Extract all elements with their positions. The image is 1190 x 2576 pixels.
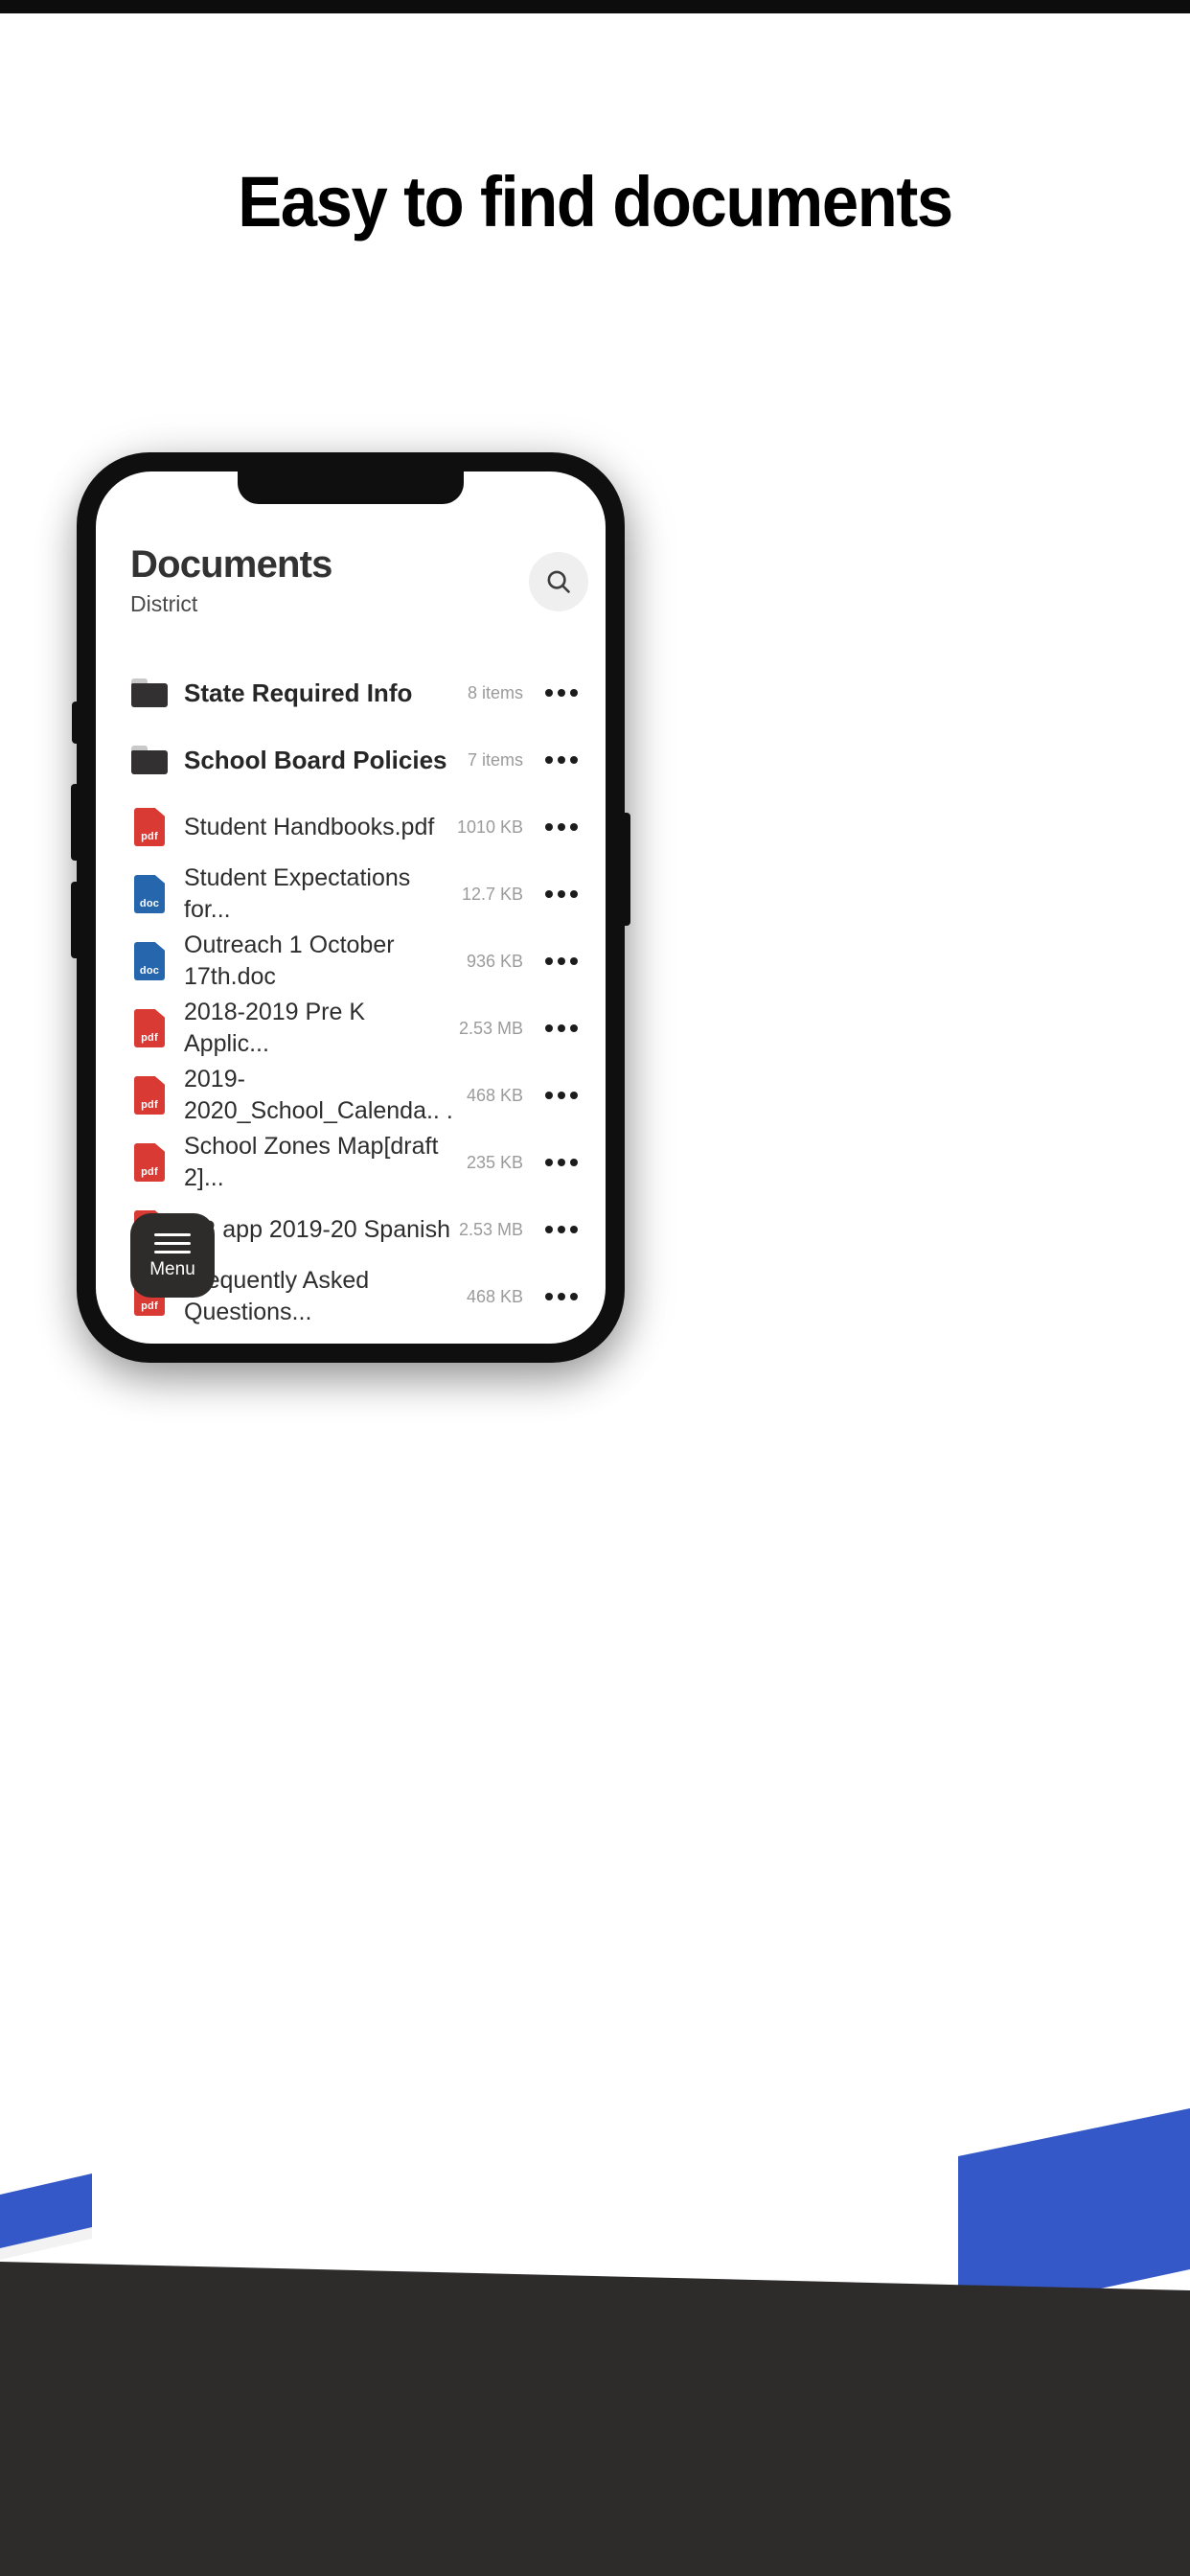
folder-icon [131, 678, 168, 707]
row-icon-wrap: pdf [128, 1009, 171, 1047]
ellipsis-icon[interactable] [538, 957, 584, 965]
row-meta: 235 KB [466, 1152, 523, 1172]
row-name: Student Handbooks.pdf [184, 813, 435, 840]
ellipsis-icon[interactable] [538, 1226, 584, 1233]
ellipsis-icon[interactable] [538, 823, 584, 831]
row-name: Outreach 1 October 17th.doc [184, 932, 395, 990]
folder-row[interactable]: State Required Info 8 items [96, 659, 606, 726]
row-icon-wrap [128, 746, 171, 774]
row-name: School Zones Map[draft 2]... [184, 1133, 439, 1191]
row-icon-wrap: pdf [128, 1076, 171, 1115]
search-icon [544, 567, 573, 596]
file-row[interactable]: doc Outreach 1 October 17th.doc 936 KB [96, 928, 606, 995]
row-meta: 468 KB [466, 1085, 523, 1105]
row-name: 2019-2020_School_Calenda.. . [184, 1066, 453, 1124]
ellipsis-icon[interactable] [538, 689, 584, 697]
pdf-file-icon: pdf [134, 808, 165, 846]
file-row[interactable]: doc Student Expectations for... 12.7 KB [96, 861, 606, 928]
row-icon-wrap: doc [128, 942, 171, 980]
row-name: Student Expectations for... [184, 864, 411, 923]
phone-notch [238, 472, 464, 504]
row-icon-wrap: pdf [128, 808, 171, 846]
header-titles: Documents District [130, 540, 332, 617]
ellipsis-icon[interactable] [538, 1293, 584, 1300]
file-row[interactable]: pdf 2019-2020_School_Calenda.. . 468 KB [96, 1062, 606, 1129]
folder-icon [131, 746, 168, 774]
folder-row[interactable]: School Board Policies 7 items [96, 726, 606, 794]
phone-mockup: Documents District State Required Info 8 … [71, 452, 630, 1363]
row-icon-wrap [128, 678, 171, 707]
app-header: Documents District [96, 540, 606, 617]
ellipsis-icon[interactable] [538, 1092, 584, 1099]
pdf-file-icon: pdf [134, 1076, 165, 1115]
row-meta: 8 items [467, 682, 523, 702]
phone-power-button [623, 813, 630, 926]
row-meta: 2.53 MB [458, 1018, 523, 1038]
doc-file-icon: doc [134, 942, 165, 980]
phone-silent-switch [72, 702, 79, 744]
pdf-file-icon: pdf [134, 1143, 165, 1182]
dark-footer [0, 2262, 1190, 2576]
row-meta: 468 KB [466, 1286, 523, 1306]
row-name: 2018-2019 Pre K Applic... [184, 999, 366, 1057]
row-name: State Required Info [184, 678, 413, 707]
file-row[interactable]: pdf School Zones Map[draft 2]... 235 KB [96, 1129, 606, 1196]
phone-volume-up-button [71, 784, 79, 861]
page-title: Easy to find documents [238, 162, 953, 242]
row-name: School Board Policies [184, 745, 447, 774]
app-subtitle: District [130, 591, 198, 617]
file-row[interactable]: pdf 2018-2019 Pre K Applic... 2.53 MB [96, 995, 606, 1062]
row-meta: 2.53 MB [458, 1219, 523, 1239]
menu-button[interactable]: Menu [130, 1213, 215, 1298]
phone-volume-down-button [71, 882, 79, 958]
row-icon-wrap: pdf [128, 1143, 171, 1182]
phone-screen: Documents District State Required Info 8 … [96, 472, 606, 1344]
row-meta: 12.7 KB [461, 884, 523, 904]
doc-file-icon: doc [134, 875, 165, 913]
app-title: Documents [130, 543, 332, 586]
row-name: FR app 2019-20 Spanish [184, 1215, 450, 1243]
row-meta: 7 items [467, 749, 523, 770]
row-meta: 936 KB [466, 951, 523, 971]
hamburger-icon [154, 1232, 191, 1254]
menu-button-label: Menu [149, 1258, 195, 1279]
row-name: Frequently Asked Questions... [184, 1267, 370, 1325]
ellipsis-icon[interactable] [538, 890, 584, 898]
file-row[interactable]: pdf Student Handbooks.pdf 1010 KB [96, 794, 606, 861]
ellipsis-icon[interactable] [538, 1159, 584, 1166]
search-button[interactable] [529, 552, 588, 611]
row-meta: 1010 KB [456, 816, 523, 837]
ellipsis-icon[interactable] [538, 1024, 584, 1032]
ellipsis-icon[interactable] [538, 756, 584, 764]
pdf-file-icon: pdf [134, 1009, 165, 1047]
row-icon-wrap: doc [128, 875, 171, 913]
